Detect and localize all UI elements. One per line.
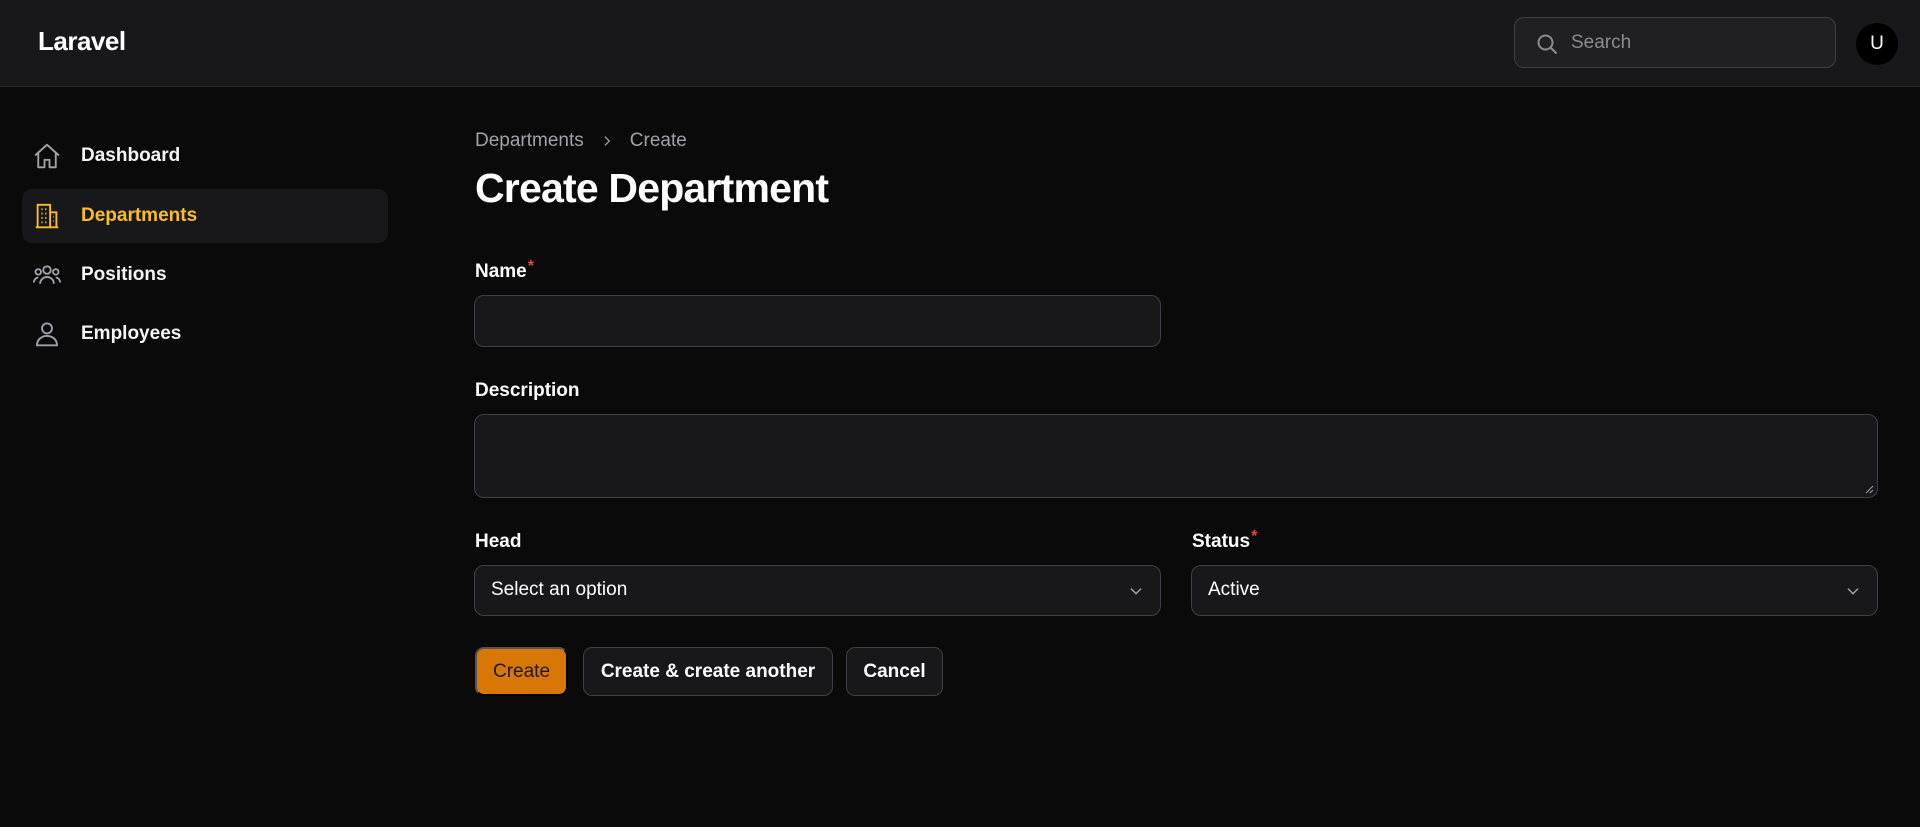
name-field[interactable] <box>474 295 1161 347</box>
head-select-value: Select an option <box>491 579 628 600</box>
breadcrumb: Departments Create <box>475 130 687 152</box>
search-box[interactable] <box>1514 17 1836 68</box>
search-input[interactable] <box>1571 18 1821 67</box>
sidebar-item-label: Positions <box>81 264 167 285</box>
head-label: Head <box>475 531 522 552</box>
page-title: Create Department <box>475 165 829 211</box>
sidebar-item-label: Dashboard <box>81 145 181 166</box>
status-label: Status* <box>1192 528 1258 553</box>
resize-handle-icon[interactable] <box>1864 484 1874 494</box>
sidebar-item-employees[interactable]: Employees <box>22 307 388 361</box>
user-group-icon <box>32 265 62 284</box>
name-label-text: Name <box>475 261 527 282</box>
status-select[interactable]: Active <box>1191 565 1878 616</box>
breadcrumb-departments-link[interactable]: Departments <box>475 130 584 152</box>
cancel-button[interactable]: Cancel <box>846 647 943 696</box>
breadcrumb-current: Create <box>629 130 687 151</box>
status-label-text: Status <box>1192 531 1251 552</box>
create-button[interactable]: Create <box>475 647 568 696</box>
brand-logo[interactable]: Laravel <box>38 26 126 57</box>
description-label: Description <box>475 380 580 401</box>
required-mark: * <box>527 258 534 275</box>
sidebar-item-label: Employees <box>81 323 182 344</box>
sidebar-item-departments[interactable]: Departments <box>22 189 388 243</box>
building-icon <box>35 203 59 229</box>
search-icon <box>1537 34 1557 54</box>
sidebar-item-dashboard[interactable]: Dashboard <box>22 129 388 183</box>
required-mark: * <box>1251 528 1258 545</box>
user-icon <box>36 322 58 347</box>
sidebar-item-label: Departments <box>81 205 198 226</box>
name-label: Name* <box>475 258 534 283</box>
chevron-down-icon <box>1130 588 1142 595</box>
sidebar-item-positions[interactable]: Positions <box>22 248 388 302</box>
top-bar: Laravel U <box>0 0 1920 87</box>
chevron-right-icon <box>600 134 614 148</box>
description-textarea[interactable] <box>474 414 1878 498</box>
home-icon <box>34 143 60 169</box>
chevron-down-icon <box>1847 588 1859 595</box>
head-select[interactable]: Select an option <box>474 565 1161 616</box>
user-avatar[interactable]: U <box>1856 23 1898 65</box>
create-another-button[interactable]: Create & create another <box>583 647 833 696</box>
status-select-value: Active <box>1208 579 1260 600</box>
